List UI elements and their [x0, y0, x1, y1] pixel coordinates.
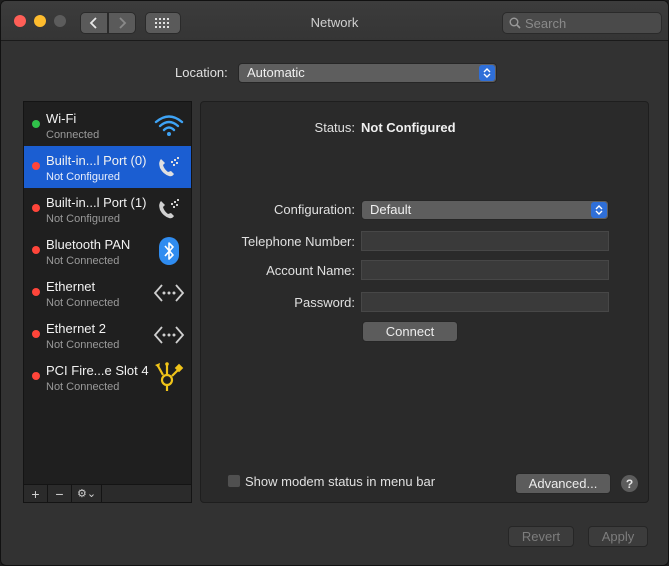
search-input[interactable]	[525, 15, 655, 31]
ethernet-icon	[153, 320, 185, 350]
show-modem-status-checkbox[interactable]	[227, 474, 241, 488]
service-list: Wi-Fi Connected Built-in...l Port (0) No…	[23, 101, 192, 503]
network-preferences-window: Network Location: Automatic Wi-Fi Connec…	[0, 0, 669, 566]
help-button[interactable]: ?	[621, 475, 638, 492]
remove-service-button[interactable]: −	[48, 485, 72, 502]
apply-button[interactable]: Apply	[588, 526, 648, 547]
location-popup[interactable]: Automatic	[238, 63, 497, 83]
status-dot	[32, 162, 40, 170]
location-value: Automatic	[247, 65, 305, 80]
gear-icon: ⚙︎⌄	[76, 488, 97, 500]
advanced-button[interactable]: Advanced...	[515, 473, 611, 494]
configuration-label: Configuration:	[274, 202, 355, 217]
status-dot	[32, 330, 40, 338]
status-dot	[32, 120, 40, 128]
service-name: Wi-Fi	[46, 111, 77, 126]
phone-modem-icon	[153, 152, 185, 182]
firewire-icon	[153, 362, 185, 392]
gear-menu-button[interactable]: ⚙︎⌄	[72, 485, 102, 502]
connect-button[interactable]: Connect	[362, 321, 458, 342]
add-service-button[interactable]: +	[24, 485, 48, 502]
service-list-toolbar: + − ⚙︎⌄	[23, 484, 192, 503]
service-status: Not Connected	[46, 381, 120, 393]
service-item-builtin-port-0[interactable]: Built-in...l Port (0) Not Configured	[24, 146, 191, 188]
password-label: Password:	[294, 295, 355, 310]
service-status: Not Configured	[46, 213, 120, 225]
account-name-label: Account Name:	[266, 263, 355, 278]
service-name: Bluetooth PAN	[46, 237, 131, 252]
bluetooth-icon	[153, 236, 185, 266]
title-bar: Network	[1, 1, 668, 41]
service-status: Not Connected	[46, 255, 120, 267]
phone-modem-icon	[153, 194, 185, 224]
up-down-arrows-icon	[591, 202, 607, 218]
service-item-wifi[interactable]: Wi-Fi Connected	[24, 104, 191, 146]
configuration-value: Default	[370, 202, 412, 217]
status-dot	[32, 204, 40, 212]
service-item-ethernet[interactable]: Ethernet Not Connected	[24, 272, 191, 314]
service-item-ethernet-2[interactable]: Ethernet 2 Not Connected	[24, 314, 191, 356]
service-name: Built-in...l Port (1)	[46, 195, 147, 210]
account-name-field[interactable]	[361, 260, 609, 280]
search-icon	[509, 17, 521, 29]
service-status: Not Configured	[46, 171, 120, 183]
service-name: PCI Fire...e Slot 4	[46, 363, 149, 378]
status-dot	[32, 246, 40, 254]
location-label: Location:	[175, 65, 228, 80]
password-field[interactable]	[361, 292, 609, 312]
service-status: Not Connected	[46, 339, 120, 351]
service-status: Connected	[46, 129, 100, 141]
status-dot	[32, 288, 40, 296]
revert-button[interactable]: Revert	[508, 526, 574, 547]
configuration-popup[interactable]: Default	[361, 200, 609, 220]
service-name: Ethernet 2	[46, 321, 106, 336]
service-name: Ethernet	[46, 279, 96, 294]
status-value: Not Configured	[361, 120, 456, 135]
telephone-number-field[interactable]	[361, 231, 609, 251]
show-modem-status-label: Show modem status in menu bar	[245, 474, 436, 489]
service-item-builtin-port-1[interactable]: Built-in...l Port (1) Not Configured	[24, 188, 191, 230]
service-status: Not Connected	[46, 297, 120, 309]
search-box[interactable]	[502, 12, 662, 34]
status-dot	[32, 372, 40, 380]
service-item-pci-firewire[interactable]: PCI Fire...e Slot 4 Not Connected	[24, 356, 191, 398]
status-label: Status:	[314, 120, 355, 135]
ethernet-icon	[153, 278, 185, 308]
service-name: Built-in...l Port (0)	[46, 153, 147, 168]
wifi-icon	[153, 110, 185, 140]
up-down-arrows-icon	[479, 65, 495, 81]
telephone-number-label: Telephone Number:	[241, 234, 355, 249]
service-item-bluetooth-pan[interactable]: Bluetooth PAN Not Connected	[24, 230, 191, 272]
